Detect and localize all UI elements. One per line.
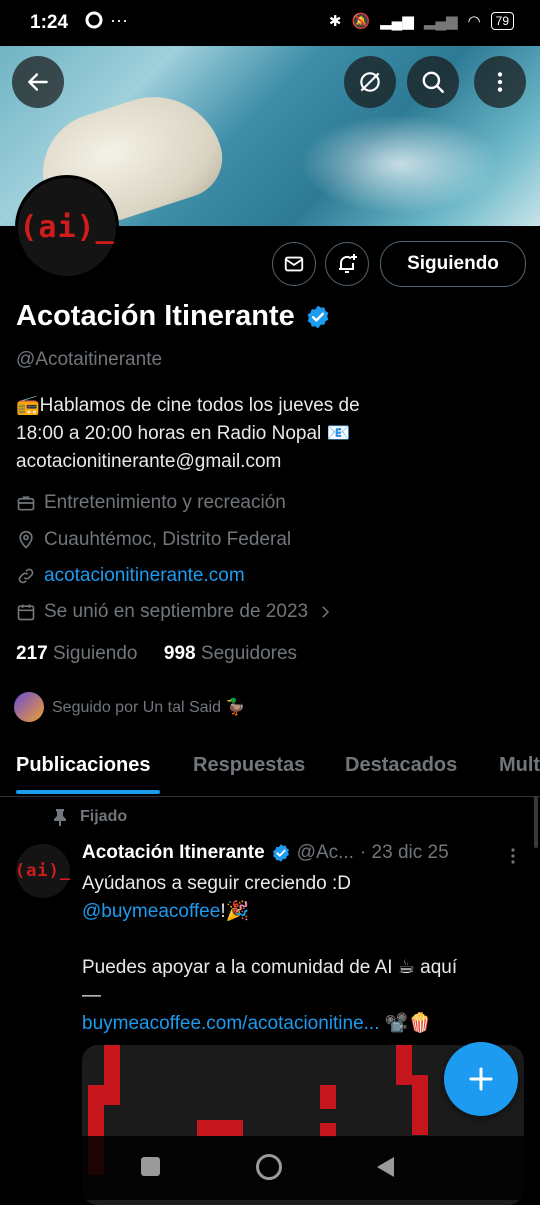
envelope-icon [284, 256, 304, 272]
status-bar: 1:24 ··· ✱ 🔕 ▂▄▆ ▂▄▆ ◠ 79 [0, 0, 540, 46]
post-body: Ayúdanos a seguir creciendo :D @buymeaco… [82, 870, 522, 1038]
active-tab-indicator [16, 790, 160, 794]
arrow-left-icon [28, 73, 48, 91]
tab-publicaciones[interactable]: Publicaciones [16, 754, 151, 777]
profile-location: Cuauhtémoc, Distrito Federal [44, 529, 292, 550]
more-vertical-icon [511, 848, 515, 864]
post-header: Acotación Itinerante @Ac... · 23 dic 25 [82, 842, 449, 864]
following-count: 217 [16, 643, 48, 664]
profile-avatar[interactable]: (ai)_ [15, 175, 119, 279]
post-line-1: Ayúdanos a seguir creciendo :D [82, 873, 351, 894]
followed-by-text: Seguido por Un tal Said 🦆 [52, 699, 246, 716]
follower-avatar [14, 692, 44, 722]
verified-badge-icon [272, 844, 289, 862]
post-line-2: @buymeacoffee!🎉 [82, 898, 522, 926]
following-button[interactable]: Siguiendo [380, 241, 526, 287]
post-mention-link[interactable]: @buymeacoffee [82, 901, 220, 922]
signal-icon: ▂▄▆ [380, 13, 414, 30]
chevron-right-icon [322, 606, 330, 618]
pin-icon [54, 809, 66, 826]
media-pixel-bar [104, 1045, 120, 1105]
status-dots: ··· [110, 10, 128, 30]
wifi-icon: ◠ [467, 13, 481, 30]
profile-joined: Se unió en septiembre de 2023 [44, 601, 309, 622]
search-icon [422, 71, 444, 93]
profile-tabs: Publicaciones Respuestas Destacados Mult [0, 740, 540, 797]
back-nav-icon[interactable] [374, 1155, 396, 1179]
tab-destacados[interactable]: Destacados [345, 754, 457, 777]
bell-plus-icon [339, 254, 357, 273]
android-nav-bar [0, 1136, 540, 1200]
media-pixel-bar [197, 1120, 243, 1136]
follow-stats: 217 Siguiendo 998 Seguidores [16, 643, 297, 665]
briefcase-icon [17, 496, 35, 511]
followers-count: 998 [163, 643, 196, 664]
more-options-button[interactable] [474, 56, 526, 108]
back-button[interactable] [12, 56, 64, 108]
post-author-name[interactable]: Acotación Itinerante [82, 842, 265, 864]
bio-line-1: 📻Hablamos de cine todos los jueves de [16, 395, 360, 416]
media-pixel-bar [320, 1123, 336, 1137]
profile-name-row: Acotación Itinerante [16, 300, 331, 333]
profile-category: Entretenimiento y recreación [44, 492, 286, 513]
post-line-3: Puedes apoyar a la comunidad de AI ☕ aqu… [82, 957, 458, 978]
bio-line-3: acotacionitinerante@gmail.com [16, 451, 282, 472]
bluetooth-icon: ✱ [328, 13, 342, 30]
notify-button[interactable] [325, 242, 369, 286]
post-date: · 23 dic 25 [359, 842, 449, 863]
bio-line-2: 18:00 a 20:00 horas en Radio Nopal 📧 [16, 423, 351, 444]
media-pixel-bar [396, 1045, 412, 1085]
profile-name: Acotación Itinerante [16, 300, 295, 332]
search-button[interactable] [407, 56, 459, 108]
avatar-logo-text: (ai)_ [19, 209, 115, 245]
post-avatar-logo: (ai)_ [14, 861, 72, 881]
scrollbar[interactable] [534, 796, 538, 848]
following-stat[interactable]: 217 Siguiendo [16, 643, 138, 664]
profile-website-link[interactable]: acotacionitinerante.com [44, 565, 245, 587]
post-mention-suffix: !🎉 [220, 901, 250, 922]
joined-row[interactable]: Se unió en septiembre de 2023 [16, 601, 334, 623]
followers-label: Seguidores [200, 643, 298, 664]
battery-icon: 79 [490, 12, 514, 30]
media-pixel-bar [320, 1085, 336, 1109]
compose-post-button[interactable] [444, 1042, 518, 1116]
banner-splash [300, 114, 500, 214]
post-author-avatar[interactable]: (ai)_ [14, 844, 72, 898]
pinned-label-row: Fijado [52, 808, 127, 826]
signal2-icon: ▂▄▆ [423, 13, 458, 30]
followers-stat[interactable]: 998 Seguidores [164, 643, 297, 664]
plus-icon [469, 1067, 493, 1091]
profile-bio: 📻Hablamos de cine todos los jueves de 18… [16, 392, 521, 476]
post-line-5: buymeacoffee.com/acotacionitine... 📽️🍿 [82, 1010, 522, 1038]
profile-handle: @Acotaitinerante [16, 349, 163, 370]
more-vertical-icon [497, 72, 503, 92]
following-label: Siguiendo [52, 643, 138, 664]
post-more-button[interactable] [504, 846, 522, 871]
location-pin-icon [19, 530, 33, 549]
pinned-label: Fijado [80, 808, 128, 825]
category-row: Entretenimiento y recreación [16, 492, 286, 514]
post-author-handle: @Ac... [296, 842, 354, 863]
status-time: 1:24 [30, 12, 69, 33]
post-url-link[interactable]: buymeacoffee.com/acotacionitine... [82, 1013, 380, 1034]
mute-icon: 🔕 [351, 13, 371, 30]
website-row: acotacionitinerante.com [16, 565, 245, 587]
verified-badge-icon [307, 305, 329, 328]
followed-by-row[interactable]: Seguido por Un tal Said 🦆 [14, 692, 245, 722]
media-pixel-bar [412, 1075, 428, 1135]
tab-multimedia[interactable]: Mult [499, 754, 540, 777]
location-row: Cuauhtémoc, Distrito Federal [16, 529, 291, 551]
link-icon [18, 568, 34, 584]
record-icon [82, 8, 106, 37]
status-icons: ✱ 🔕 ▂▄▆ ▂▄▆ ◠ 79 [329, 12, 514, 30]
home-button[interactable] [256, 1154, 282, 1180]
post-line-4: — [82, 985, 101, 1006]
calendar-icon [17, 604, 35, 621]
grok-icon [360, 72, 380, 92]
tab-respuestas[interactable]: Respuestas [193, 754, 305, 777]
recents-button[interactable] [141, 1157, 160, 1176]
message-button[interactable] [272, 242, 316, 286]
grok-button[interactable] [344, 56, 396, 108]
post-link-suffix: 📽️🍿 [379, 1013, 433, 1034]
